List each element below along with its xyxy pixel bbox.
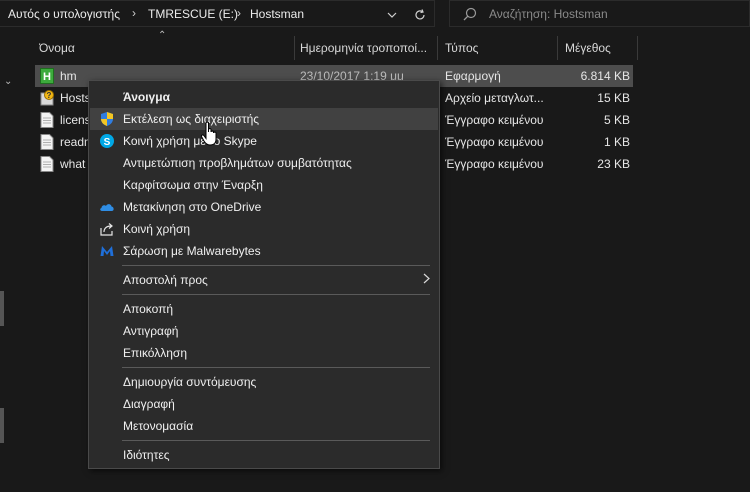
- search-icon: [463, 7, 477, 24]
- navigation-pane[interactable]: ⌄: [0, 36, 19, 492]
- file-name: readm: [60, 135, 90, 149]
- menu-item-label: Κοινή χρήση με το Skype: [123, 134, 257, 148]
- nav-scroll-indicator: [0, 291, 4, 326]
- breadcrumb-chevron-icon[interactable]: ›: [132, 6, 136, 20]
- malwarebytes-icon: [100, 246, 114, 256]
- file-type: Εφαρμογή: [445, 69, 501, 83]
- text-file-icon: [40, 156, 54, 172]
- column-divider[interactable]: [294, 36, 295, 60]
- menu-separator: [122, 367, 430, 368]
- menu-item-label: Επικόλληση: [123, 346, 188, 360]
- menu-item-cut[interactable]: Αποκοπή: [90, 298, 438, 320]
- menu-item-send-to[interactable]: Αποστολή προς: [90, 269, 438, 291]
- file-name: licens: [60, 113, 90, 127]
- uac-shield-icon: [101, 112, 113, 126]
- menu-item-label: Μετονομασία: [123, 419, 194, 433]
- skype-icon: S: [100, 134, 114, 148]
- menu-item-label: Αντιμετώπιση προβλημάτων συμβατότητας: [123, 156, 352, 170]
- file-name: Hosts: [60, 91, 90, 105]
- menu-item-pin-to-start[interactable]: Καρφίτσωμα στην Έναρξη: [90, 174, 438, 196]
- menu-item-label: Ιδιότητες: [123, 448, 170, 462]
- help-file-icon: ?: [40, 90, 54, 106]
- menu-item-label: Δημιουργία συντόμευσης: [123, 375, 257, 389]
- menu-item-properties[interactable]: Ιδιότητες: [90, 444, 438, 466]
- top-bar: Αυτός ο υπολογιστής › TMRESCUE (E:) › Ho…: [0, 0, 750, 28]
- file-size: 6.814 KB: [580, 69, 630, 83]
- menu-item-label: Αποστολή προς: [123, 273, 208, 287]
- exe-icon: H: [40, 68, 54, 84]
- file-type: Έγγραφο κειμένου: [445, 113, 544, 127]
- breadcrumb-this-pc[interactable]: Αυτός ο υπολογιστής: [8, 7, 120, 21]
- column-header-type[interactable]: Τύπος: [445, 36, 555, 60]
- column-divider[interactable]: [637, 36, 638, 60]
- address-bar[interactable]: Αυτός ο υπολογιστής › TMRESCUE (E:) › Ho…: [0, 0, 435, 27]
- menu-item-label: Αντιγραφή: [123, 324, 179, 338]
- svg-text:?: ?: [47, 91, 52, 100]
- text-file-icon: [40, 134, 54, 150]
- menu-separator: [122, 294, 430, 295]
- address-dropdown-icon[interactable]: [380, 1, 404, 28]
- search-box[interactable]: Αναζήτηση: Hostsman: [449, 0, 750, 27]
- menu-item-scan-malwarebytes[interactable]: Σάρωση με Malwarebytes: [90, 240, 438, 262]
- menu-separator: [122, 440, 430, 441]
- menu-item-troubleshoot-compatibility[interactable]: Αντιμετώπιση προβλημάτων συμβατότητας: [90, 152, 438, 174]
- svg-text:S: S: [104, 137, 111, 148]
- svg-text:H: H: [43, 71, 51, 83]
- column-header-name[interactable]: Όνομα: [39, 36, 289, 60]
- file-size: 5 KB: [603, 113, 630, 127]
- menu-item-label: Διαγραφή: [123, 397, 175, 411]
- menu-item-share[interactable]: Κοινή χρήση: [90, 218, 438, 240]
- chevron-down-icon[interactable]: ⌄: [4, 76, 12, 87]
- breadcrumb-drive[interactable]: TMRESCUE (E:): [148, 7, 238, 21]
- breadcrumb-chevron-icon[interactable]: ›: [237, 6, 241, 20]
- column-divider[interactable]: [557, 36, 558, 60]
- hand-cursor-icon: [200, 121, 217, 146]
- file-size: 23 KB: [597, 157, 630, 171]
- column-header-size[interactable]: Μέγεθος: [565, 36, 635, 60]
- share-icon: [100, 223, 113, 236]
- chevron-right-icon: [423, 269, 430, 291]
- column-divider[interactable]: [437, 36, 438, 60]
- file-type: Έγγραφο κειμένου: [445, 135, 544, 149]
- file-size: 1 KB: [603, 135, 630, 149]
- menu-item-label: Σάρωση με Malwarebytes: [123, 244, 261, 258]
- menu-item-delete[interactable]: Διαγραφή: [90, 393, 438, 415]
- menu-item-rename[interactable]: Μετονομασία: [90, 415, 438, 437]
- menu-item-move-to-onedrive[interactable]: Μετακίνηση στο OneDrive: [90, 196, 438, 218]
- menu-separator: [122, 265, 430, 266]
- menu-item-label: Κοινή χρήση: [123, 222, 191, 236]
- menu-item-label: Καρφίτσωμα στην Έναρξη: [123, 178, 263, 192]
- column-header-date[interactable]: Ημερομηνία τροποποί...: [300, 36, 436, 60]
- nav-scroll-indicator: [0, 408, 4, 443]
- file-name: what: [60, 157, 86, 171]
- file-type: Έγγραφο κειμένου: [445, 157, 544, 171]
- menu-item-paste[interactable]: Επικόλληση: [90, 342, 438, 364]
- file-size: 15 KB: [597, 91, 630, 105]
- file-type: Αρχείο μεταγλωτ...: [445, 91, 544, 105]
- menu-item-open[interactable]: Άνοιγμα: [90, 86, 438, 108]
- onedrive-icon: [100, 204, 114, 211]
- menu-item-share-skype[interactable]: S Κοινή χρήση με το Skype: [90, 130, 438, 152]
- text-file-icon: [40, 112, 54, 128]
- menu-item-label: Αποκοπή: [123, 302, 174, 316]
- context-menu: Άνοιγμα Εκτέλεση ως διαχειριστής S Κοινή…: [88, 80, 440, 469]
- menu-item-label: Άνοιγμα: [123, 90, 170, 104]
- menu-item-run-as-admin[interactable]: Εκτέλεση ως διαχειριστής: [90, 108, 438, 130]
- search-input[interactable]: Αναζήτηση: Hostsman: [489, 7, 608, 21]
- menu-item-label: Μετακίνηση στο OneDrive: [123, 200, 262, 214]
- menu-item-label: Εκτέλεση ως διαχειριστής: [123, 112, 260, 126]
- refresh-icon[interactable]: [408, 1, 432, 28]
- menu-item-create-shortcut[interactable]: Δημιουργία συντόμευσης: [90, 371, 438, 393]
- menu-item-copy[interactable]: Αντιγραφή: [90, 320, 438, 342]
- breadcrumb-folder[interactable]: Hostsman: [250, 7, 304, 21]
